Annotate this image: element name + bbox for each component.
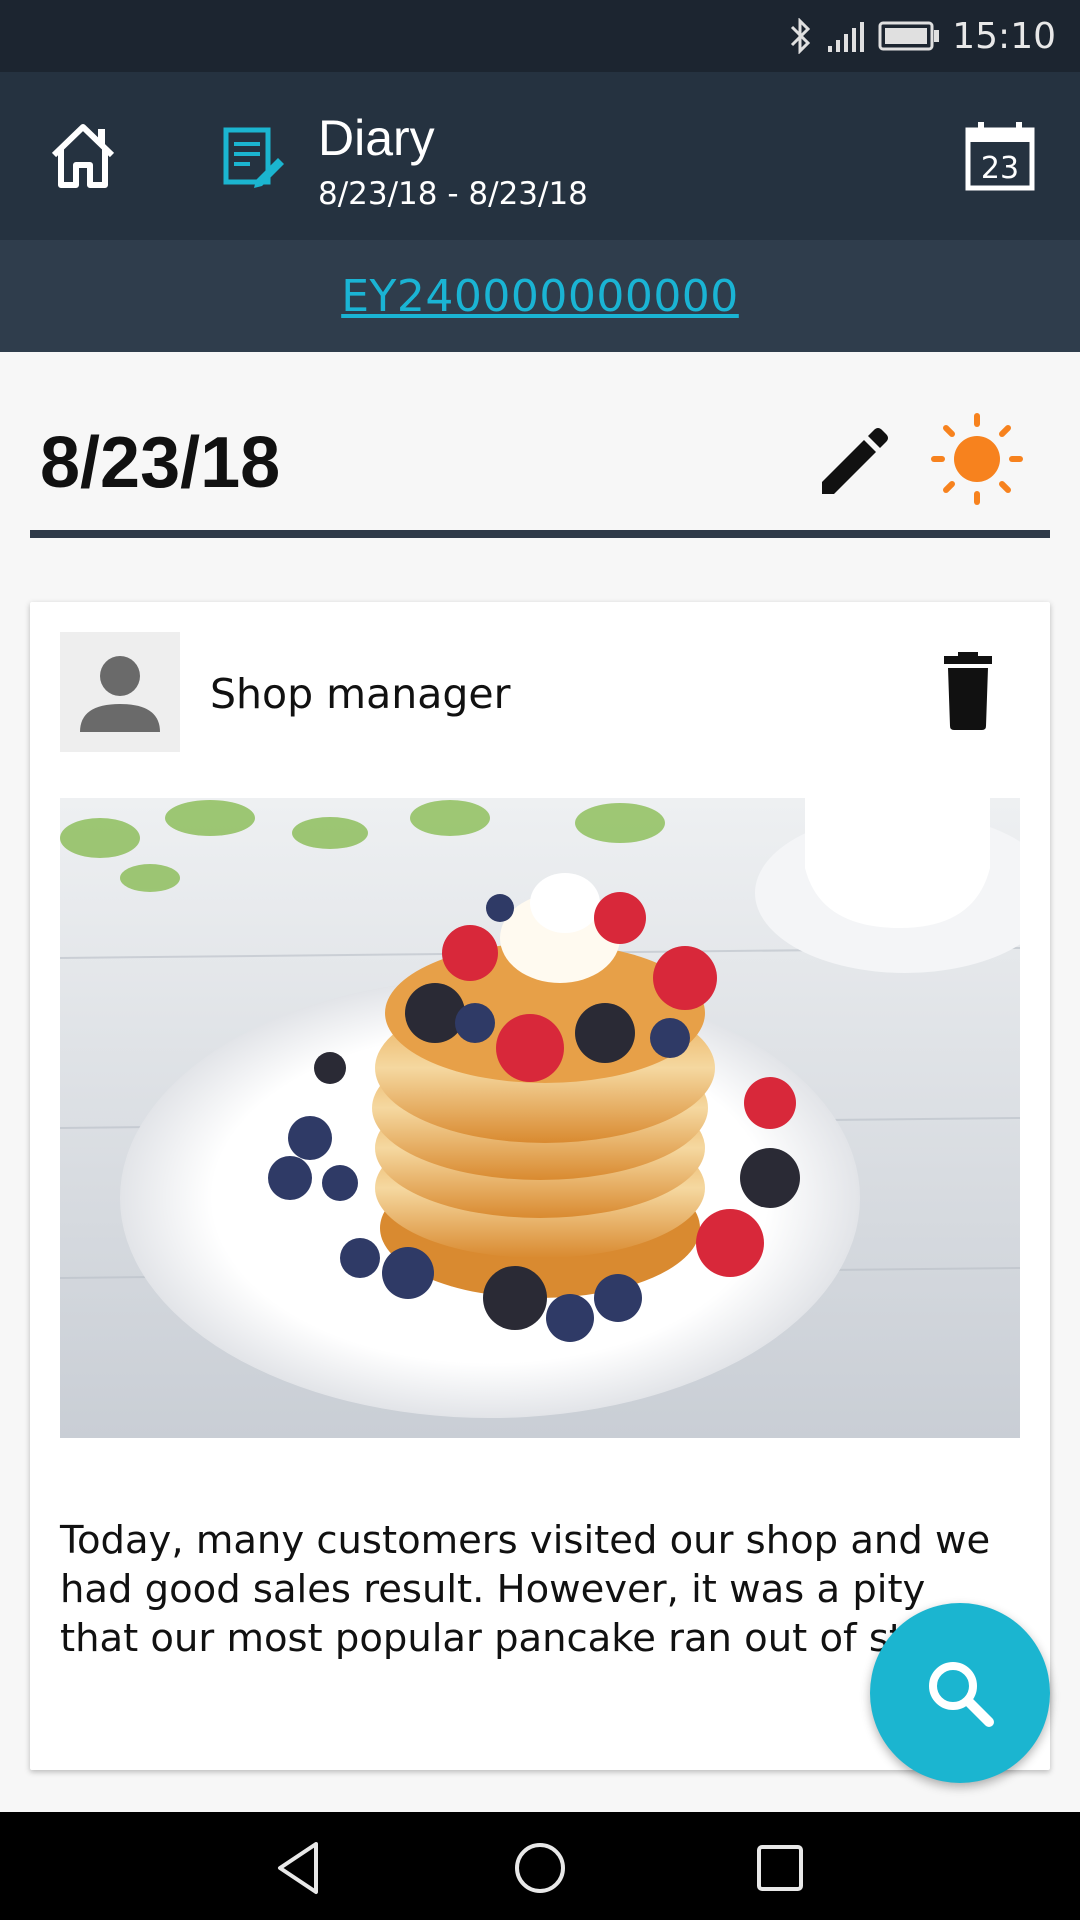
calendar-button[interactable]: 23 [964,120,1036,192]
date-header: 8/23/18 [30,352,1050,540]
system-nav-bar [0,1812,1080,1920]
recents-button[interactable] [750,1838,810,1898]
home-nav-button[interactable] [510,1838,570,1898]
avatar [60,632,180,752]
diary-icon [220,124,286,190]
account-id-link[interactable]: EY240000000000 [341,271,739,322]
entry-author: Shop manager [210,670,511,718]
app-bar: Diary 8/23/18 - 8/23/18 23 [0,72,1080,240]
search-fab-button[interactable] [870,1603,1050,1783]
date-divider [30,530,1050,538]
entry-text: Today, many customers visited our shop a… [60,1518,991,1661]
back-button[interactable] [270,1838,330,1898]
battery-icon [878,21,940,51]
date-range: 8/23/18 - 8/23/18 [318,176,588,212]
person-icon [80,656,160,732]
status-bar: 15:10 [0,0,1080,72]
status-time: 15:10 [952,15,1056,57]
calendar-day: 23 [981,151,1019,186]
calendar-icon: 23 [965,122,1035,191]
back-icon [278,1842,318,1894]
home-button[interactable] [46,119,120,193]
sun-icon [930,412,1024,506]
home-circle-icon [515,1843,565,1893]
search-icon [929,1662,994,1727]
home-icon [51,124,115,188]
edit-button[interactable] [816,424,892,500]
entry-photo [60,798,1020,1438]
trash-icon [944,652,992,730]
signal-icon [828,22,865,52]
page-title: Diary [318,110,435,166]
edit-icon [822,428,888,494]
account-bar: EY240000000000 [0,240,1080,352]
recents-icon [757,1845,803,1891]
bluetooth-icon [791,18,811,54]
delete-button[interactable] [930,652,1006,732]
diary-entry-card[interactable]: Shop manager Today, many customers visit… [30,602,1050,1770]
entry-date: 8/23/18 [40,423,281,503]
title-block: Diary 8/23/18 - 8/23/18 [318,108,588,214]
